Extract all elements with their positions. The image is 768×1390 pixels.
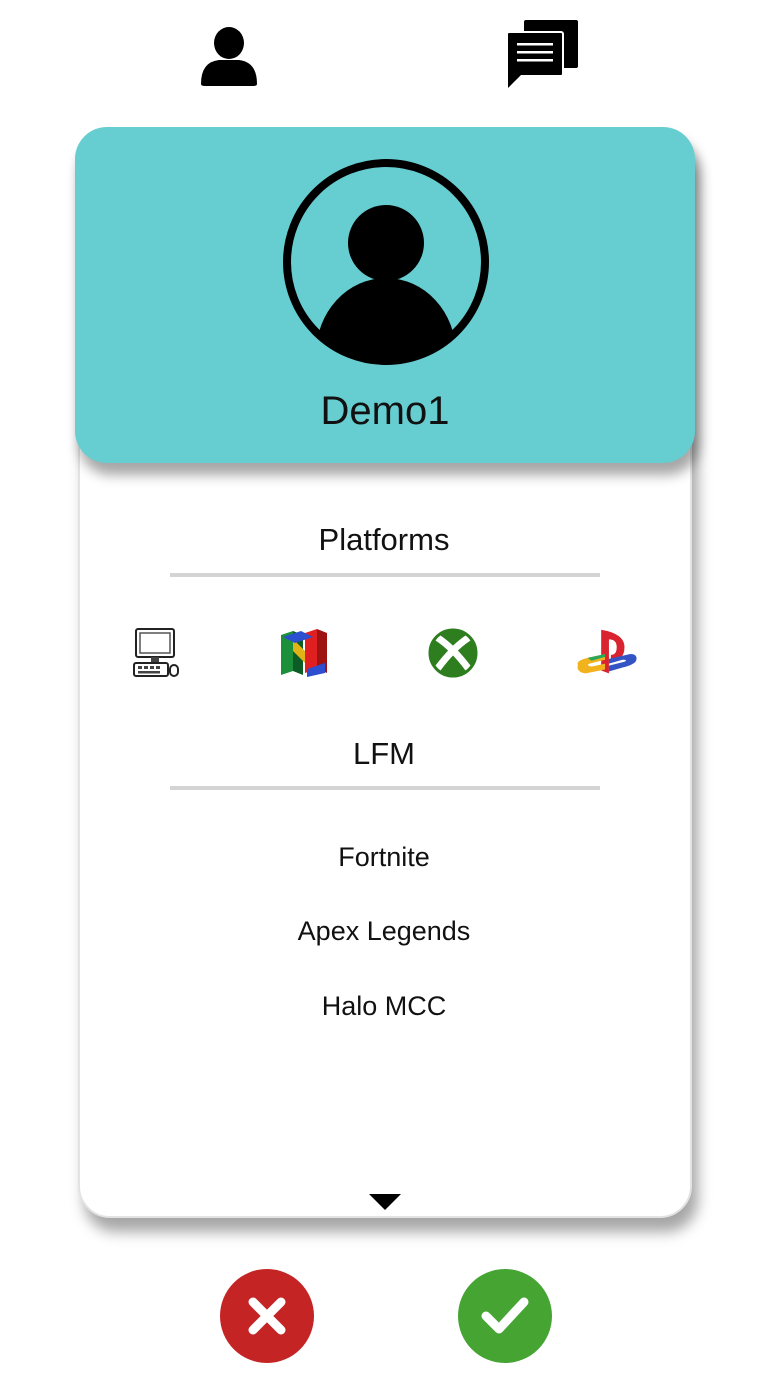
platform-pc [122,624,188,682]
lfm-heading: LFM [353,736,415,771]
platforms-heading: Platforms [318,522,450,557]
lfm-game-item: Fortnite [338,842,430,872]
platforms-divider [170,573,600,577]
username: Demo1 [320,389,450,433]
lfm-game-item: Apex Legends [297,916,471,946]
platform-n64 [271,624,337,682]
accept-button[interactable] [458,1269,552,1363]
xbox-logo-icon [428,628,478,678]
playstation-logo-icon [577,629,637,674]
platform-xbox [420,624,486,682]
profile-header: Demo1 [75,127,695,463]
n64-logo-icon [281,629,327,677]
platform-playstation [574,624,640,682]
lfm-divider [170,786,600,790]
expand-card-button[interactable] [367,1192,403,1214]
chat-bubbles-icon [506,20,578,88]
caret-down-icon [369,1194,401,1210]
x-icon [248,1297,286,1335]
top-nav [0,0,768,110]
pc-desktop-icon [133,628,179,677]
reject-button[interactable] [220,1269,314,1363]
check-icon [481,1297,529,1334]
messages-nav-button[interactable] [504,18,580,90]
person-icon [201,27,257,86]
profile-nav-button[interactable] [197,24,261,88]
lfm-game-item: Halo MCC [321,991,447,1021]
user-circle-icon [283,159,489,365]
